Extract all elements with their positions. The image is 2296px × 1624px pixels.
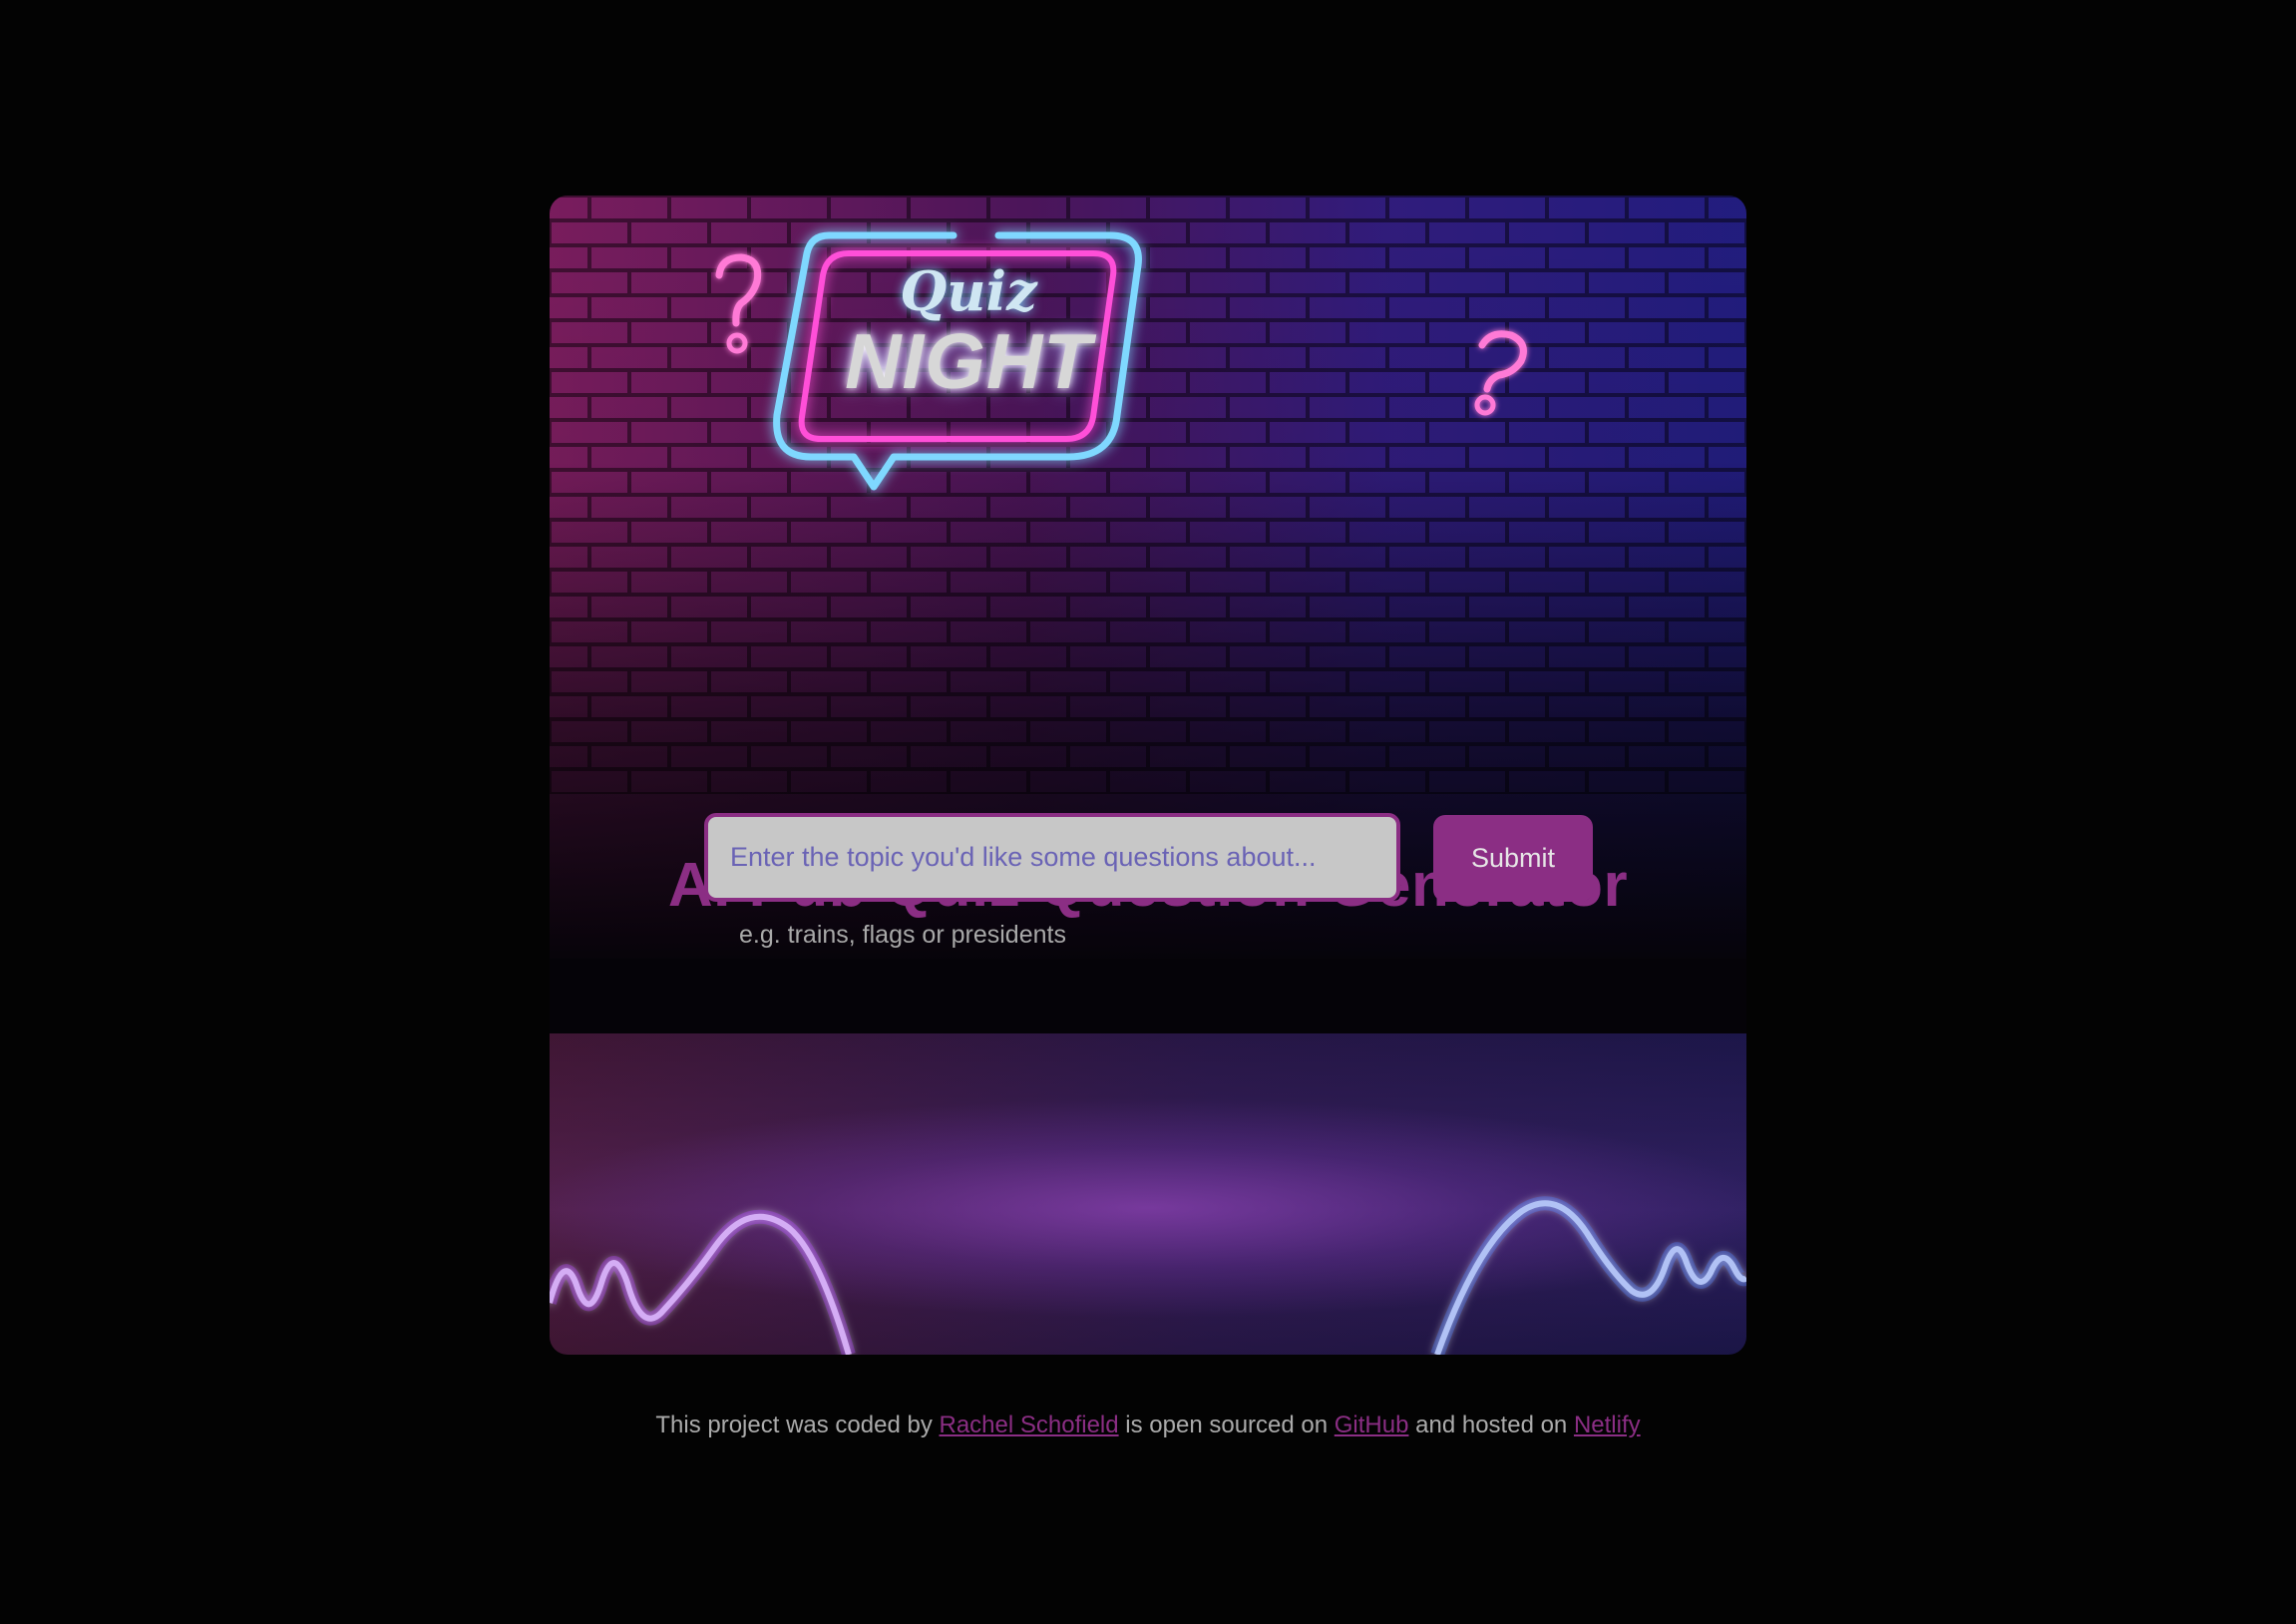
netlify-link[interactable]: Netlify — [1574, 1412, 1641, 1438]
app-root: Quiz NIGHT AI Pub Quiz Question Genera — [0, 0, 2296, 1624]
input-hint: e.g. trains, flags or presidents — [739, 921, 1066, 949]
github-link[interactable]: GitHub — [1335, 1412, 1409, 1438]
logo-night-text: NIGHT — [845, 317, 1092, 405]
topic-input[interactable] — [704, 813, 1400, 902]
footer-text: and hosted on — [1415, 1412, 1568, 1438]
neon-wave-decoration — [550, 1196, 1746, 1355]
footer-text: is open sourced on — [1125, 1412, 1329, 1438]
main-card: Quiz NIGHT AI Pub Quiz Question Genera — [550, 196, 1746, 1355]
floor-background — [550, 1033, 1746, 1355]
footer-text: This project was coded by — [655, 1412, 933, 1438]
submit-button[interactable]: Submit — [1433, 815, 1593, 902]
footer: This project was coded by Rachel Schofie… — [0, 1412, 2296, 1439]
logo: Quiz NIGHT — [550, 261, 1387, 401]
logo-quiz-text: Quiz — [900, 259, 1037, 323]
author-link[interactable]: Rachel Schofield — [940, 1412, 1119, 1438]
